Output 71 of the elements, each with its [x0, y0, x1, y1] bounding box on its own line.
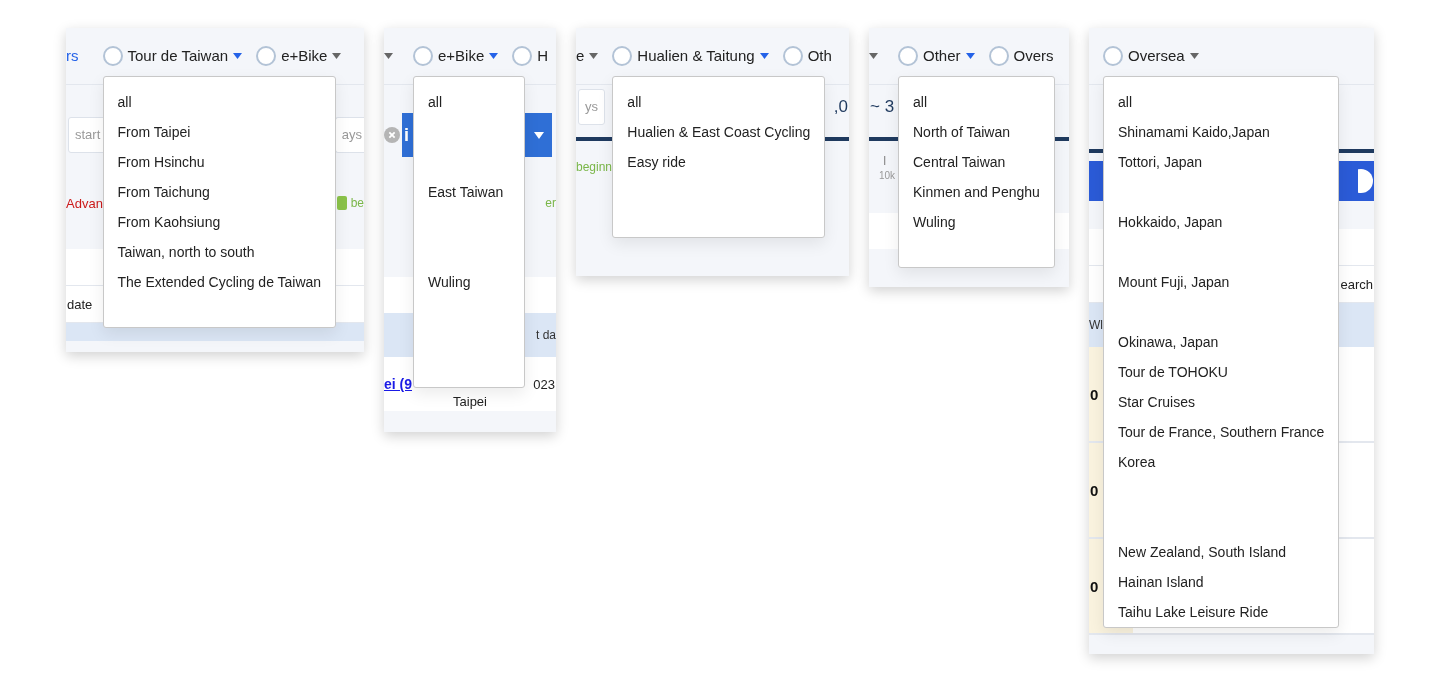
menu-item[interactable]: Easy ride	[613, 147, 825, 177]
column-header: Wl	[1089, 318, 1103, 332]
menu-item[interactable]: Hualien & East Coast Cycling	[613, 117, 825, 147]
menu-item[interactable]: Taihu Lake Leisure Ride	[1104, 597, 1339, 627]
level-label: beginn	[576, 160, 613, 174]
menu-item[interactable]: Tottori, Japan	[1104, 147, 1339, 177]
menu-item[interactable]: Wuling	[899, 207, 1054, 237]
table-text: earch	[1339, 276, 1374, 292]
menu-item[interactable]: all	[1104, 87, 1339, 117]
radio-icon[interactable]	[988, 46, 1009, 66]
menu-item[interactable]: Tour de TOHOKU	[1104, 357, 1339, 387]
menu-item[interactable]: Star Cruises	[1104, 387, 1339, 417]
radio-icon[interactable]	[413, 46, 433, 66]
column-header: t da	[536, 328, 556, 342]
menu-item[interactable]: all	[899, 87, 1054, 117]
filter-tab[interactable]: e+Bike	[413, 46, 499, 66]
range-value: ,0	[832, 97, 849, 117]
table-text: 0	[1089, 385, 1099, 403]
filter-tab[interactable]: Hualien & Taitung	[612, 46, 769, 66]
menu-item[interactable]: Korea	[1104, 447, 1339, 477]
nav-link[interactable]: rs	[66, 47, 79, 64]
level-label: be	[350, 196, 364, 210]
tour-link[interactable]: ei (9	[384, 376, 412, 392]
filter-tab[interactable]: Oversea	[1103, 46, 1199, 66]
tick-label: I	[882, 153, 887, 168]
toggle-knob-icon[interactable]	[1358, 168, 1374, 194]
radio-icon[interactable]	[782, 46, 803, 66]
radio-icon[interactable]	[256, 46, 277, 66]
menu-item[interactable]: The Extended Cycling de Taiwan	[103, 267, 336, 297]
radio-icon[interactable]	[898, 46, 918, 66]
table-text: 0	[1089, 577, 1099, 595]
menu-item[interactable]: all	[613, 87, 825, 117]
clear-icon[interactable]	[384, 127, 400, 143]
level-label: Advan	[66, 195, 103, 211]
range-value: ~ 3	[869, 97, 896, 117]
filter-tab[interactable]: Oth	[782, 46, 832, 66]
table-text: Taipei	[452, 394, 488, 409]
filter-tab[interactable]: e	[576, 46, 599, 66]
menu-item[interactable]: all	[103, 87, 336, 117]
tick-label: 10k	[879, 169, 896, 181]
menu-item[interactable]: Shinamami Kaido,Japan	[1104, 117, 1339, 147]
menu-item[interactable]: all	[414, 87, 524, 117]
menu-item[interactable]: Wuling	[414, 267, 524, 297]
menu-item[interactable]: From Kaohsiung	[103, 207, 336, 237]
level-icon	[336, 196, 347, 210]
filter-tab[interactable]: Other	[898, 46, 975, 66]
filter-tab[interactable]: H	[512, 46, 549, 66]
menu-item[interactable]: Okinawa, Japan	[1104, 327, 1339, 357]
menu-item[interactable]: Kinmen and Penghu	[899, 177, 1054, 207]
menu-item[interactable]: Tour de France, Southern France	[1104, 417, 1339, 447]
table-text: 023	[532, 376, 556, 392]
menu-item[interactable]: Hokkaido, Japan	[1104, 207, 1339, 237]
filter-tab[interactable]: Tour de Taiwan	[102, 46, 243, 66]
menu-item[interactable]: Mount Fuji, Japan	[1104, 267, 1339, 297]
radio-icon[interactable]	[512, 46, 533, 66]
menu-item[interactable]: East Taiwan	[414, 177, 524, 207]
menu-item[interactable]: Taiwan, north to south	[103, 237, 336, 267]
filter-tab[interactable]: e+Bike	[256, 46, 342, 66]
table-text: 0	[1089, 481, 1099, 499]
radio-icon[interactable]	[612, 46, 633, 66]
filter-tab[interactable]: Overs	[988, 46, 1054, 66]
menu-item[interactable]: Central Taiwan	[899, 147, 1054, 177]
menu-item[interactable]: Hainan Island	[1104, 567, 1339, 597]
level-label: er	[545, 196, 556, 210]
caret-icon	[534, 131, 544, 139]
radio-icon[interactable]	[1103, 46, 1123, 66]
menu-item[interactable]: From Taichung	[103, 177, 336, 207]
radio-icon[interactable]	[102, 46, 123, 66]
table-text: date	[66, 296, 94, 312]
menu-item[interactable]: New Zealand, South Island	[1104, 537, 1339, 567]
menu-item[interactable]: North of Taiwan	[899, 117, 1054, 147]
